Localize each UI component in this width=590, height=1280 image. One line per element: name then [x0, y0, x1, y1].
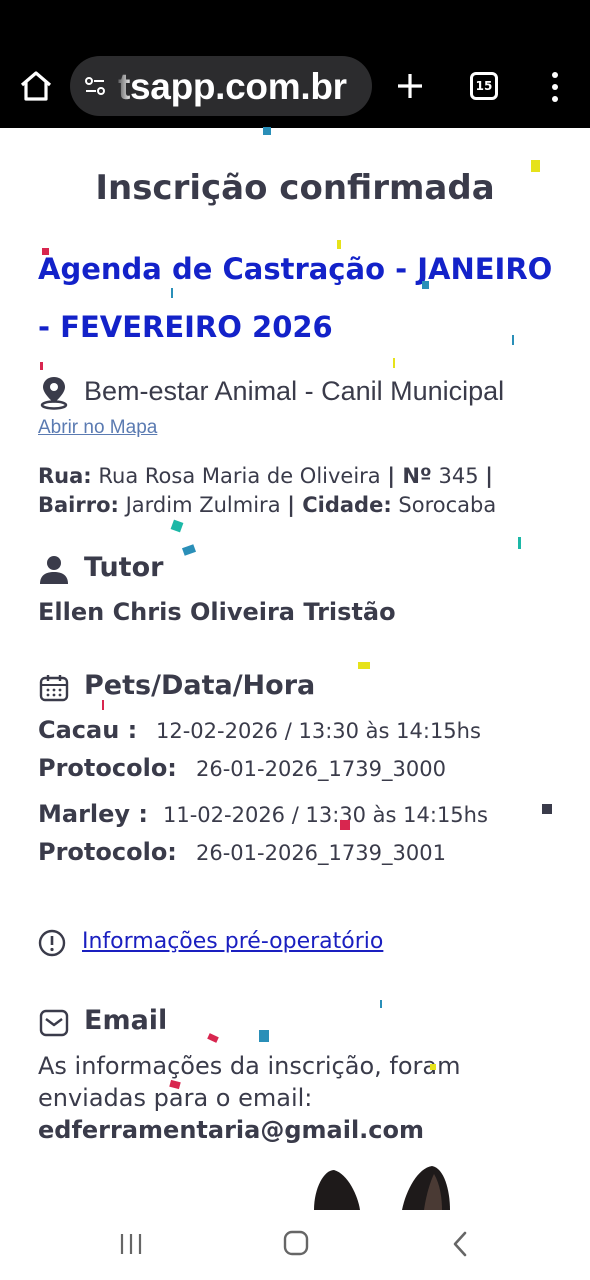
site-settings-icon[interactable]: [82, 74, 108, 98]
confetti-piece: [181, 544, 197, 556]
user-icon: [40, 556, 68, 584]
more-options-icon[interactable]: [545, 70, 565, 104]
pet-schedule: 11-02-2026 / 13:30 às 14:15hs: [163, 803, 488, 827]
event-title: Agenda de Castração - JANEIRO - FEVEREIR…: [38, 252, 553, 344]
confetti-piece: [542, 804, 552, 814]
address: Rua: Rua Rosa Maria de Oliveira | Nº 345…: [38, 462, 558, 520]
address-bar[interactable]: tsapp.com.br: [70, 56, 372, 116]
browser-toolbar: tsapp.com.br 15: [0, 0, 590, 128]
confetti-piece: [340, 820, 350, 830]
confetti-piece: [358, 662, 370, 669]
map-pin-icon: [40, 377, 68, 410]
calendar-icon: [39, 675, 69, 702]
home-icon[interactable]: [18, 68, 54, 104]
confetti-piece: [512, 335, 514, 345]
protocol-value: 26-01-2026_1739_3000: [196, 757, 446, 781]
url-fade: [114, 62, 132, 110]
system-home-icon[interactable]: [283, 1230, 309, 1256]
email-message-text: As informações da inscrição, foram envia…: [38, 1052, 461, 1112]
city-label: | Cidade:: [287, 493, 392, 517]
protocol-label: Protocolo:: [38, 838, 177, 866]
confetti-piece: [102, 700, 104, 710]
tab-switcher-button[interactable]: 15: [470, 72, 498, 100]
confetti-piece: [422, 281, 429, 289]
confetti-piece: [40, 362, 43, 370]
preop-info-link[interactable]: Informações pré-operatório: [82, 929, 383, 954]
confetti-piece: [337, 240, 341, 249]
confetti-piece: [207, 1033, 219, 1043]
pet-name: Cacau :: [38, 716, 138, 744]
number-label: | Nº: [387, 464, 432, 488]
street-label: Rua:: [38, 464, 92, 488]
mail-icon: [39, 1009, 69, 1037]
email-heading-label: Email: [84, 1005, 168, 1036]
page-title: Inscrição confirmada: [95, 168, 495, 208]
alert-circle-icon: [38, 929, 66, 957]
confetti-piece: [42, 248, 49, 255]
confetti-piece: [430, 1064, 436, 1070]
neighborhood-value: Jardim Zulmira: [125, 493, 281, 517]
confetti-piece: [171, 288, 173, 298]
open-map-link[interactable]: Abrir no Mapa: [38, 417, 157, 439]
pets-heading-label: Pets/Data/Hora: [84, 670, 316, 701]
confetti-piece: [531, 160, 540, 172]
city-value: Sorocaba: [398, 493, 497, 517]
tutor-heading-label: Tutor: [84, 552, 164, 583]
number-value: 345: [438, 464, 479, 488]
protocol-label: Protocolo:: [38, 754, 177, 782]
street-value: Rua Rosa Maria de Oliveira: [98, 464, 381, 488]
confetti-piece: [393, 358, 395, 368]
pet-name: Marley :: [38, 800, 149, 828]
confetti-piece: [518, 537, 521, 549]
email-address: edferramentaria@gmail.com: [38, 1116, 425, 1144]
pet-schedule: 12-02-2026 / 13:30 às 14:15hs: [156, 719, 481, 743]
url-text: tsapp.com.br: [118, 66, 347, 107]
email-message: As informações da inscrição, foram envia…: [38, 1050, 558, 1146]
new-tab-icon[interactable]: [392, 68, 428, 104]
back-icon[interactable]: [450, 1230, 470, 1258]
tutor-name: Ellen Chris Oliveira Tristão: [38, 598, 396, 626]
confetti-piece: [263, 127, 271, 135]
system-nav-bar: [0, 1210, 590, 1280]
confetti-piece: [380, 1000, 382, 1008]
location-name: Bem-estar Animal - Canil Municipal: [84, 376, 505, 406]
pet-photo: [314, 1166, 450, 1210]
recent-apps-icon[interactable]: [118, 1232, 144, 1256]
confetti-piece: [170, 519, 184, 533]
confetti-piece: [259, 1030, 269, 1042]
protocol-value: 26-01-2026_1739_3001: [196, 841, 446, 865]
